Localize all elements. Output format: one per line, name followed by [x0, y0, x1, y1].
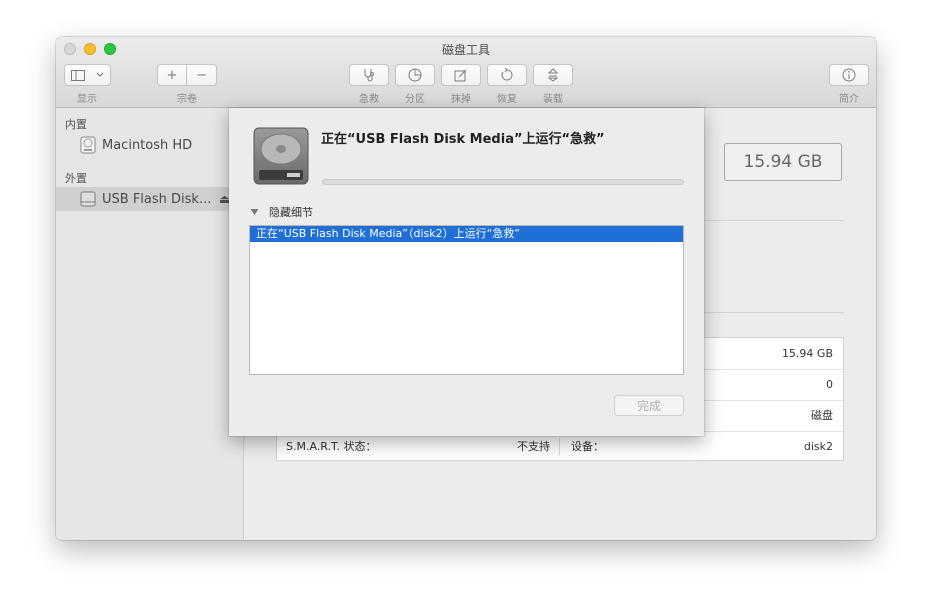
view-label: 显示 [77, 94, 97, 105]
mount-label: 装载 [543, 94, 563, 105]
internal-header: 内置 [65, 118, 87, 131]
first-aid-sheet: 正在“USB Flash Disk Media”上运行“急救” 隐藏细节 正在“… [229, 108, 704, 436]
volume-label: 宗卷 [177, 94, 197, 105]
first-aid-button[interactable] [349, 64, 389, 86]
partition-button[interactable] [395, 64, 435, 86]
sidebar-item-label: Macintosh HD [102, 137, 193, 153]
sidebar-toggle-icon [70, 69, 85, 81]
divider [704, 312, 844, 313]
device-value: disk2 [803, 440, 833, 453]
info-button[interactable] [829, 64, 869, 86]
pie-chart-icon [408, 68, 422, 82]
done-button[interactable]: 完成 [614, 395, 684, 416]
window-title: 磁盘工具 [441, 43, 490, 57]
info-label: 简介 [839, 94, 859, 105]
table-value: 15.94 GB [781, 347, 833, 360]
table-value: 0 [826, 378, 833, 391]
divider [704, 220, 844, 221]
restore-icon [501, 68, 513, 81]
mount-button[interactable] [533, 64, 573, 86]
hide-details-toggle[interactable]: 隐藏细节 [250, 204, 313, 220]
hard-drive-icon [253, 127, 309, 185]
title-bar: 磁盘工具 显示 + − 宗卷 急救 分区 抹掉 恢复 装载 简介 [56, 37, 876, 108]
add-volume-button[interactable]: + [157, 64, 187, 86]
capacity-display: 15.94 GB [724, 143, 842, 181]
sidebar-item-macintosh-hd[interactable]: Macintosh HD [56, 133, 243, 157]
disk-icon [80, 136, 96, 154]
sidebar-item-usb-flash-disk[interactable]: USB Flash Disk... ⏏ [56, 187, 243, 211]
sidebar: 内置 Macintosh HD 外置 USB Flash Disk... ⏏ [56, 108, 244, 540]
table-value: 磁盘 [811, 409, 833, 422]
disclosure-triangle-icon [250, 209, 259, 215]
column-divider [559, 438, 560, 455]
external-header: 外置 [65, 172, 87, 185]
disclosure-label: 隐藏细节 [269, 206, 313, 219]
usb-drive-icon [80, 191, 96, 207]
restore-label: 恢复 [497, 94, 517, 105]
restore-button[interactable] [487, 64, 527, 86]
sheet-title: 正在“USB Flash Disk Media”上运行“急救” [321, 132, 605, 147]
erase-icon [454, 69, 467, 82]
first-aid-label: 急救 [359, 94, 379, 105]
mount-icon [547, 68, 559, 82]
remove-volume-button[interactable]: − [186, 64, 217, 86]
erase-label: 抹掉 [451, 94, 471, 105]
progress-bar [322, 179, 684, 185]
log-line: 正在“USB Flash Disk Media”（disk2）上运行“急救” [250, 226, 683, 242]
partition-label: 分区 [405, 94, 425, 105]
stethoscope-icon [364, 69, 374, 82]
details-log[interactable]: 正在“USB Flash Disk Media”（disk2）上运行“急救” [249, 225, 684, 375]
info-icon [842, 68, 856, 82]
view-button[interactable] [64, 64, 111, 86]
erase-button[interactable] [441, 64, 481, 86]
sidebar-item-label: USB Flash Disk... [102, 191, 212, 207]
chevron-down-icon [96, 72, 104, 77]
